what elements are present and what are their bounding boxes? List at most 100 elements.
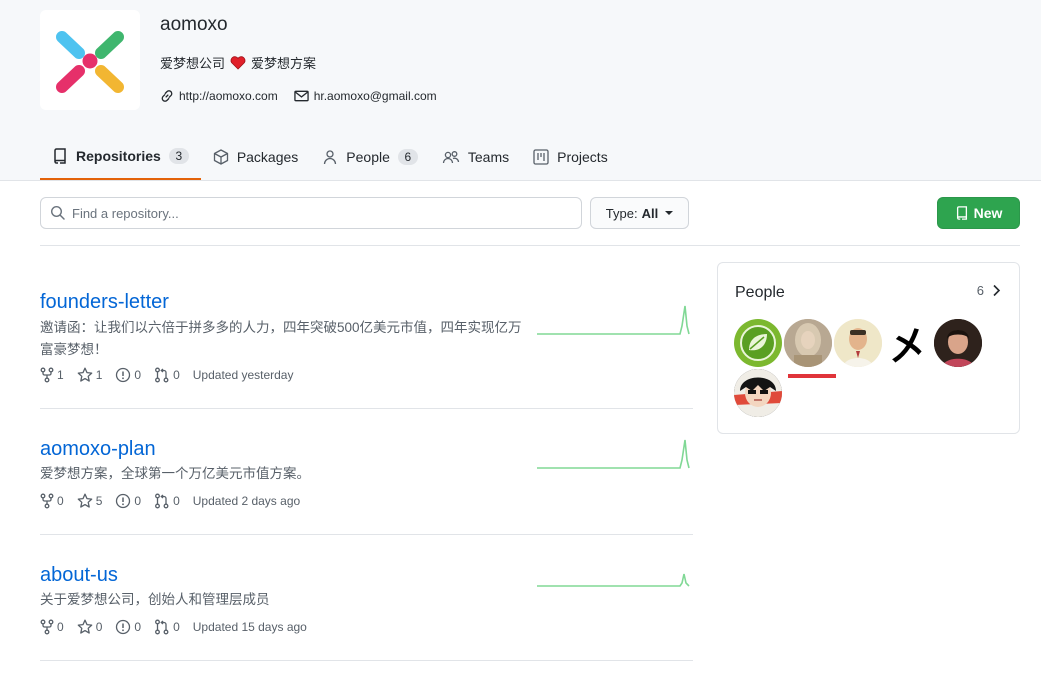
portrait-avatar-icon bbox=[784, 319, 832, 367]
avatar[interactable]: 㐅 bbox=[884, 319, 932, 367]
repo-forks[interactable]: 0 bbox=[40, 619, 64, 635]
activity-sparkline bbox=[537, 305, 690, 335]
portrait-avatar-icon bbox=[834, 319, 882, 367]
repo-issues-count: 0 bbox=[134, 494, 142, 508]
tab-packages-label: Packages bbox=[236, 149, 299, 165]
repo-stars-count: 1 bbox=[95, 368, 103, 382]
tab-people[interactable]: People 6 bbox=[310, 134, 430, 180]
chevron-right-icon bbox=[993, 284, 1001, 297]
repo-name-link[interactable]: founders-letter bbox=[40, 291, 169, 314]
tab-repositories-counter: 3 bbox=[168, 148, 189, 164]
search-icon bbox=[50, 205, 65, 220]
repo-name-link[interactable]: aomoxo-plan bbox=[40, 438, 156, 461]
org-website-link[interactable]: http://aomoxo.com bbox=[160, 89, 278, 103]
people-sidebar: People 6 㐅 bbox=[717, 262, 1020, 434]
search-input[interactable] bbox=[72, 205, 552, 221]
org-email-link[interactable]: hr.aomoxo@gmail.com bbox=[294, 89, 437, 103]
pull-request-icon bbox=[155, 619, 169, 635]
repo-issues[interactable]: 0 bbox=[115, 493, 141, 509]
fork-icon bbox=[40, 493, 54, 509]
new-repository-button[interactable]: New bbox=[937, 197, 1020, 229]
repo-icon bbox=[52, 148, 68, 164]
repo-pulls[interactable]: 0 bbox=[154, 619, 180, 635]
people-count: 6 bbox=[976, 283, 984, 298]
repo-description: 关于爱梦想公司，创始人和管理层成员 bbox=[40, 592, 270, 607]
repo-issues-count: 0 bbox=[134, 368, 142, 382]
repo-stars-count: 5 bbox=[95, 494, 103, 508]
activity-sparkline bbox=[537, 573, 690, 587]
repo-issues[interactable]: 0 bbox=[115, 619, 141, 635]
tab-teams[interactable]: Teams bbox=[430, 134, 521, 180]
tab-people-label: People bbox=[346, 149, 390, 165]
repo-stars-count: 0 bbox=[95, 620, 103, 634]
calligraphy-avatar-glyph: 㐅 bbox=[888, 323, 928, 367]
issue-icon bbox=[116, 367, 131, 383]
anime-avatar-icon bbox=[734, 369, 782, 417]
avatar[interactable] bbox=[734, 319, 782, 367]
repo-updated: Updated yesterday bbox=[192, 368, 294, 382]
link-icon bbox=[161, 90, 173, 102]
star-icon bbox=[77, 367, 93, 382]
avatar[interactable] bbox=[934, 319, 982, 367]
star-icon bbox=[77, 493, 93, 508]
pull-request-icon bbox=[155, 367, 169, 383]
repo-pulls[interactable]: 0 bbox=[154, 367, 180, 383]
tab-packages[interactable]: Packages bbox=[201, 134, 310, 180]
tab-projects-label: Projects bbox=[557, 149, 608, 165]
org-logo bbox=[40, 10, 140, 110]
repo-name-link[interactable]: about-us bbox=[40, 564, 118, 587]
repo-meta: 0 0 0 0 Updated 15 days ago bbox=[40, 619, 320, 635]
type-filter-dropdown[interactable]: Type: All bbox=[590, 197, 689, 229]
repo-forks-count: 1 bbox=[57, 368, 64, 382]
mail-icon bbox=[294, 90, 309, 102]
org-name: aomoxo bbox=[160, 14, 228, 35]
project-icon bbox=[533, 149, 549, 165]
avatar[interactable] bbox=[734, 369, 782, 417]
repo-issues[interactable]: 0 bbox=[115, 367, 141, 383]
repo-forks-count: 0 bbox=[57, 620, 64, 634]
repo-pulls-count: 0 bbox=[173, 620, 180, 634]
leaf-avatar-icon bbox=[740, 325, 776, 361]
repo-forks[interactable]: 0 bbox=[40, 493, 64, 509]
star-icon bbox=[77, 619, 93, 634]
repo-issues-count: 0 bbox=[134, 620, 142, 634]
tab-teams-label: Teams bbox=[467, 149, 510, 165]
tab-repositories[interactable]: Repositories 3 bbox=[40, 134, 201, 180]
person-icon bbox=[322, 149, 338, 165]
tab-projects[interactable]: Projects bbox=[521, 134, 620, 180]
tab-repositories-label: Repositories bbox=[76, 148, 161, 164]
search-box bbox=[40, 197, 582, 229]
repo-description: 邀请函：让我们以六倍于拼多多的人力，四年突破500亿美元市值，四年实现亿万富豪梦… bbox=[40, 320, 522, 357]
repo-updated: Updated 2 days ago bbox=[192, 494, 301, 508]
repo-list-item: founders-letter 邀请函：让我们以六倍于拼多多的人力，四年突破50… bbox=[40, 246, 693, 409]
people-count-link[interactable]: 6 bbox=[977, 283, 1001, 298]
type-filter-label: Type: bbox=[605, 205, 638, 221]
repo-pulls[interactable]: 0 bbox=[154, 493, 180, 509]
repo-stars[interactable]: 5 bbox=[77, 493, 103, 509]
new-button-label: New bbox=[973, 205, 1003, 221]
package-icon bbox=[213, 149, 229, 165]
org-description-part2: 爱梦想方案 bbox=[251, 56, 317, 71]
repo-list-item: aomoxo-plan 爱梦想方案，全球第一个万亿美元市值方案。 0 5 0 0… bbox=[40, 409, 693, 535]
repo-filter-bar: Type: All New bbox=[40, 197, 1020, 229]
repo-meta: 1 1 0 0 Updated yesterday bbox=[40, 367, 306, 383]
avatar[interactable] bbox=[834, 319, 882, 367]
repo-stars[interactable]: 1 bbox=[77, 367, 103, 383]
portrait-avatar-icon bbox=[934, 319, 982, 367]
org-website-text: http://aomoxo.com bbox=[179, 89, 278, 103]
repo-forks[interactable]: 1 bbox=[40, 367, 64, 383]
org-tabs: Repositories 3 Packages People 6 Teams P… bbox=[40, 134, 620, 181]
activity-sparkline bbox=[537, 439, 690, 469]
avatar[interactable] bbox=[784, 319, 832, 367]
repo-forks-count: 0 bbox=[57, 494, 64, 508]
repo-stars[interactable]: 0 bbox=[77, 619, 103, 635]
fork-icon bbox=[40, 619, 54, 635]
type-filter-value: All bbox=[641, 205, 659, 221]
people-title: People bbox=[735, 284, 785, 301]
repo-meta: 0 5 0 0 Updated 2 days ago bbox=[40, 493, 313, 509]
aomoxo-logo-icon bbox=[56, 31, 124, 93]
org-links: http://aomoxo.com hr.aomoxo@gmail.com bbox=[160, 89, 453, 103]
pull-request-icon bbox=[155, 493, 169, 509]
people-icon bbox=[442, 149, 460, 165]
issue-icon bbox=[116, 493, 131, 509]
